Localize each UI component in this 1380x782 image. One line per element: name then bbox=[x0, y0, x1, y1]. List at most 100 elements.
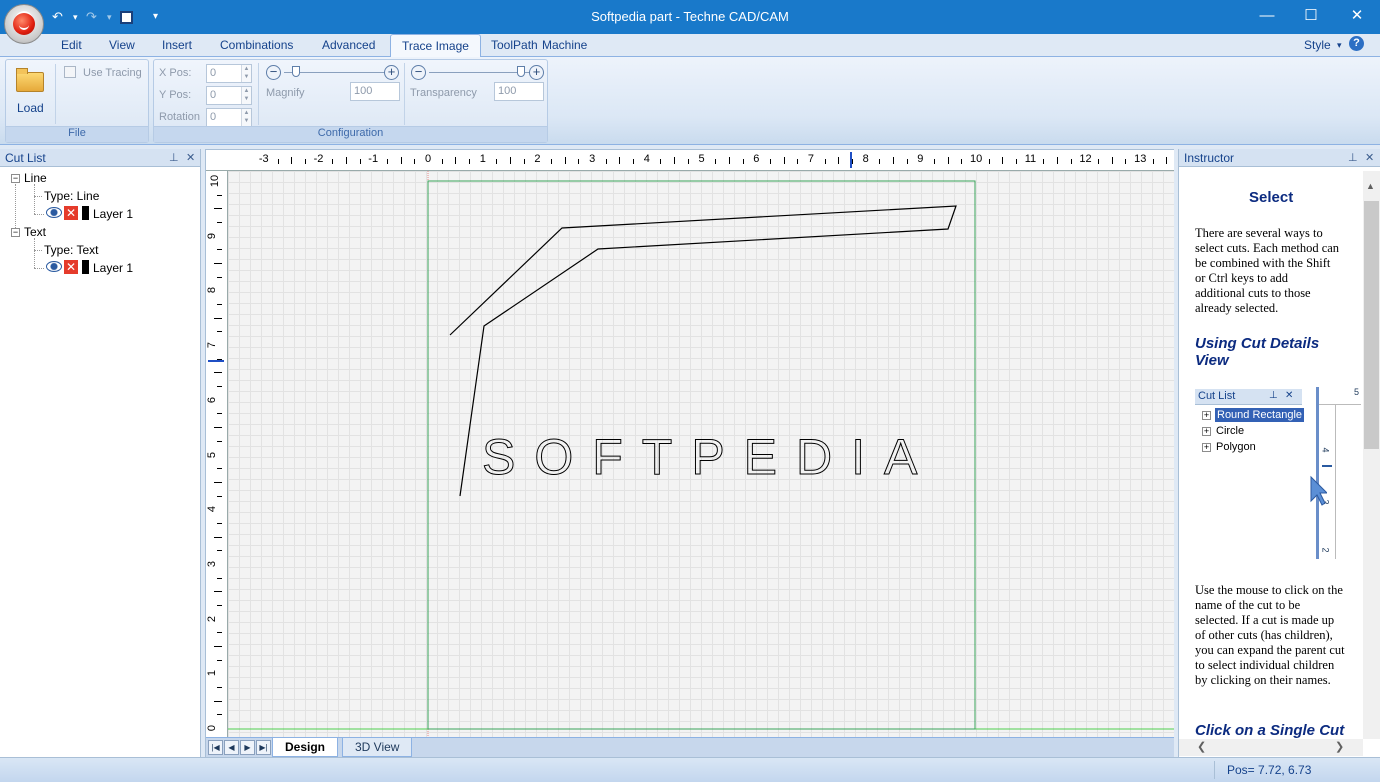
undo-icon[interactable]: ↶ bbox=[52, 9, 63, 25]
tab-advanced[interactable]: Advanced bbox=[322, 38, 375, 52]
magnify-label: Magnify bbox=[266, 87, 305, 99]
tab-machine[interactable]: Machine bbox=[542, 38, 587, 52]
tab-design[interactable]: Design bbox=[272, 738, 339, 757]
instructor-hscrollbar[interactable]: ❮ ❯ bbox=[1179, 739, 1363, 756]
minimize-button[interactable]: — bbox=[1244, 0, 1290, 32]
hruler-tick bbox=[1002, 157, 1004, 164]
disable-cut-icon[interactable]: ✕ bbox=[64, 206, 78, 220]
ypos-input[interactable]: 0 ▲ ▼ bbox=[206, 86, 252, 105]
xpos-spinner-icon[interactable]: ▲ ▼ bbox=[241, 65, 251, 82]
hruler-tick bbox=[769, 159, 771, 164]
visibility-eye-icon[interactable] bbox=[46, 261, 62, 272]
instructor-panel: Instructor ⊥ ✕ Select There are several … bbox=[1178, 149, 1380, 757]
xpos-input[interactable]: 0 ▲ ▼ bbox=[206, 64, 252, 83]
magnify-increase-button[interactable]: + bbox=[384, 65, 399, 80]
transparency-increase-button[interactable]: + bbox=[529, 65, 544, 80]
transparency-slider-thumb[interactable] bbox=[517, 66, 525, 77]
close-button[interactable]: ✕ bbox=[1334, 0, 1380, 32]
qat-customize-icon[interactable]: ▾ bbox=[153, 11, 158, 27]
instructor-scrollbar[interactable]: ▲ bbox=[1363, 171, 1380, 739]
rotation-label: Rotation bbox=[159, 111, 200, 123]
instructor-title: Instructor bbox=[1184, 151, 1235, 165]
collapse-line-icon[interactable]: − bbox=[11, 174, 20, 183]
prev-tab-button[interactable]: ◀ bbox=[224, 740, 239, 755]
use-tracing-checkbox[interactable] bbox=[64, 66, 76, 78]
tab-combinations[interactable]: Combinations bbox=[220, 38, 293, 52]
vruler-label: 3 bbox=[206, 560, 219, 567]
tab-3d-view[interactable]: 3D View bbox=[342, 738, 413, 757]
section-using-cut-details: Using Cut Details View bbox=[1195, 335, 1320, 369]
style-dropdown-icon[interactable]: ▾ bbox=[1337, 40, 1342, 51]
cursor-position: Pos= 7.72, 6.73 bbox=[1227, 763, 1312, 777]
style-menu[interactable]: Style bbox=[1304, 38, 1331, 52]
hruler-tick bbox=[619, 157, 621, 164]
hruler-label: -3 bbox=[258, 153, 269, 165]
softpedia-text-cut[interactable]: SOFTPEDIA bbox=[482, 429, 936, 486]
hruler-tick bbox=[1016, 159, 1018, 164]
visibility-eye-icon[interactable] bbox=[46, 207, 62, 218]
vruler-tick bbox=[214, 591, 222, 593]
disable-cut-icon[interactable]: ✕ bbox=[64, 260, 78, 274]
tab-view[interactable]: View bbox=[109, 38, 135, 52]
vruler-label: 5 bbox=[206, 451, 219, 458]
redo-dropdown-icon[interactable]: ▾ bbox=[107, 12, 112, 28]
undo-dropdown-icon[interactable]: ▾ bbox=[73, 12, 78, 28]
ribbon: Load Use Tracing File X Pos: 0 ▲ ▼ Y Pos: … bbox=[0, 56, 1380, 145]
scroll-up-icon[interactable]: ▲ bbox=[1366, 181, 1375, 191]
close-icon[interactable]: ✕ bbox=[1365, 151, 1374, 164]
maximize-button[interactable]: ☐ bbox=[1288, 0, 1334, 32]
help-icon[interactable]: ? bbox=[1349, 36, 1364, 51]
hruler-tick bbox=[892, 157, 894, 164]
scrollbar-thumb[interactable] bbox=[1364, 201, 1379, 449]
vruler-tick bbox=[217, 632, 222, 634]
hruler-tick bbox=[551, 159, 553, 164]
magnify-input[interactable]: 100 bbox=[350, 82, 400, 101]
pin-icon[interactable]: ⊥ bbox=[1348, 151, 1358, 164]
hruler-label: 0 bbox=[425, 153, 432, 165]
magnify-slider-thumb[interactable] bbox=[292, 66, 300, 77]
tab-edit[interactable]: Edit bbox=[61, 38, 82, 52]
tab-toolpath[interactable]: ToolPath bbox=[491, 38, 538, 52]
hruler-tick bbox=[605, 159, 607, 164]
layer-color-swatch bbox=[82, 260, 89, 274]
tree-item-line[interactable]: Line bbox=[24, 171, 47, 185]
vruler-label: 9 bbox=[206, 232, 219, 239]
vruler-tick bbox=[217, 249, 222, 251]
last-tab-button[interactable]: ▶| bbox=[256, 740, 271, 755]
pin-icon[interactable]: ⊥ bbox=[169, 151, 179, 164]
scroll-right-icon[interactable]: ❯ bbox=[1335, 740, 1344, 753]
tab-trace-image[interactable]: Trace Image bbox=[390, 34, 481, 57]
application-menu-button[interactable] bbox=[4, 4, 44, 44]
transparency-input[interactable]: 100 bbox=[494, 82, 544, 101]
rotation-spinner-icon[interactable]: ▲ ▼ bbox=[241, 109, 251, 126]
vruler-tick bbox=[214, 700, 222, 702]
mini-expand-icon: + bbox=[1202, 442, 1211, 452]
hruler-tick bbox=[633, 159, 635, 164]
horizontal-ruler: -3 -2 -1 0 1 2 3 4 5 6 7 8 9 10 11 12 13 bbox=[206, 150, 1182, 171]
close-icon[interactable]: ✕ bbox=[186, 151, 195, 164]
redo-icon[interactable]: ↷ bbox=[86, 9, 97, 25]
hruler-label: 10 bbox=[970, 153, 983, 165]
save-icon[interactable] bbox=[120, 11, 133, 24]
ypos-spinner-icon[interactable]: ▲ ▼ bbox=[241, 87, 251, 104]
next-tab-button[interactable]: ▶ bbox=[240, 740, 255, 755]
hruler-label: 13 bbox=[1134, 153, 1147, 165]
drawing-svg: SOFTPEDIA bbox=[228, 171, 1174, 737]
scroll-left-icon[interactable]: ❮ bbox=[1197, 740, 1206, 753]
hruler-label: 1 bbox=[479, 153, 486, 165]
vruler-tick bbox=[214, 427, 222, 429]
tree-item-text[interactable]: Text bbox=[24, 225, 46, 239]
mini-ruler-label: 4 bbox=[1320, 447, 1331, 453]
view-tabs: |◀ ◀ ▶ ▶| Design 3D View bbox=[206, 737, 1174, 757]
tab-insert[interactable]: Insert bbox=[162, 38, 192, 52]
transparency-decrease-button[interactable]: − bbox=[411, 65, 426, 80]
vruler-label: 1 bbox=[206, 670, 219, 677]
hruler-tick bbox=[469, 159, 471, 164]
hruler-label: -1 bbox=[368, 153, 379, 165]
hruler-tick bbox=[783, 157, 785, 164]
first-tab-button[interactable]: |◀ bbox=[208, 740, 223, 755]
magnify-decrease-button[interactable]: − bbox=[266, 65, 281, 80]
design-canvas[interactable]: SOFTPEDIA bbox=[228, 171, 1174, 737]
rotation-input[interactable]: 0 ▲ ▼ bbox=[206, 108, 252, 127]
collapse-text-icon[interactable]: − bbox=[11, 228, 20, 237]
